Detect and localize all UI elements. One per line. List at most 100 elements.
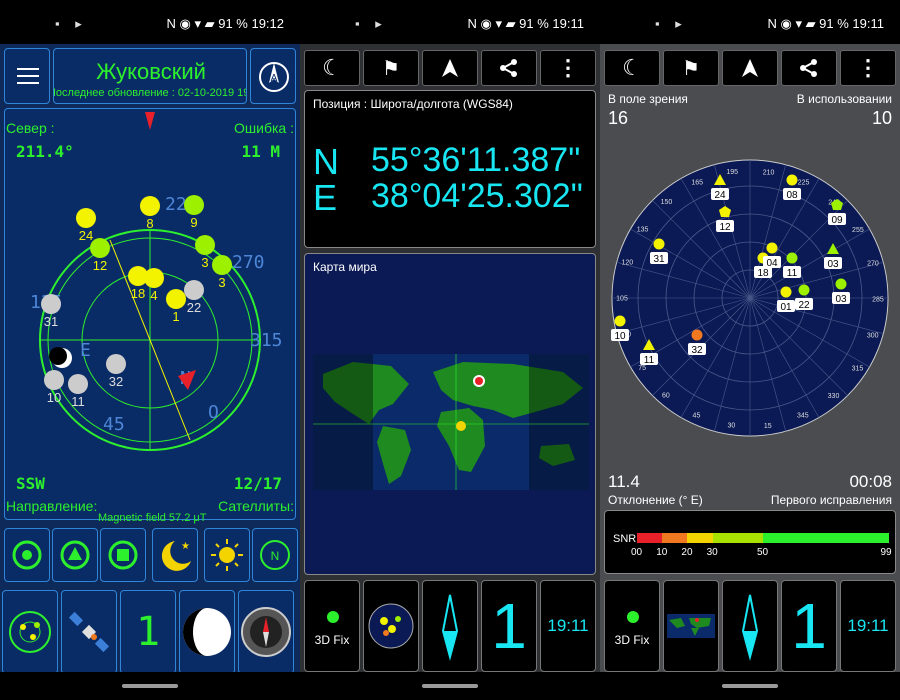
home-pill[interactable] [722, 684, 778, 688]
compass-needle-icon: N [260, 540, 290, 570]
time-value: 19:11 [847, 616, 889, 635]
satellite-marker[interactable]: 8 [140, 196, 160, 231]
in-view-value: 16 [608, 108, 629, 128]
satellite-label: 12 [93, 258, 107, 273]
satellite-marker[interactable]: 24 [76, 208, 96, 243]
more-button[interactable]: ⋮ [540, 50, 596, 86]
compass-rose-icon: A [259, 62, 289, 92]
deviation-value: 11.4 [608, 472, 640, 491]
day-mode-button[interactable] [204, 528, 250, 582]
gps-target-button[interactable] [4, 528, 50, 582]
home-pill[interactable] [422, 684, 478, 688]
satellite-label: 31 [44, 314, 58, 329]
fix-status-tile[interactable]: 3D Fix [304, 580, 360, 672]
satellite-label: 09 [831, 215, 843, 226]
fix-label: 3D Fix [614, 633, 650, 647]
fix-status-tile[interactable]: 3D Fix [604, 580, 660, 672]
in-view-label: В поле зрения [608, 92, 688, 106]
satellite-marker[interactable]: 4 [144, 268, 164, 303]
satellite-marker[interactable]: 18 [128, 266, 148, 301]
time-tile[interactable]: 19:11 [540, 580, 596, 672]
satellite-icon [68, 611, 110, 653]
moon-icon: ☾ [322, 55, 342, 80]
kebab-icon: ⋮ [857, 55, 879, 80]
satellites-value: 12/17 [233, 474, 282, 493]
satellite-marker[interactable]: 32 [106, 354, 126, 389]
snr-tick: 20 [681, 547, 693, 558]
night-button[interactable]: ☾ [604, 50, 660, 86]
sky-plot: 1952102252402552702853003153303451530456… [611, 159, 889, 437]
moon-phase-button[interactable] [179, 590, 235, 674]
satellite-marker[interactable]: 10 [44, 370, 64, 405]
city-name: Жуковский [96, 59, 206, 84]
compass-tile[interactable] [722, 580, 778, 672]
satellite-label: 01 [780, 302, 792, 313]
digital-view-button[interactable]: 1 [120, 590, 176, 674]
satellite-label: 32 [691, 345, 703, 356]
digit-tile[interactable]: 1 [481, 580, 537, 672]
home-pill[interactable] [122, 684, 178, 688]
time-tile[interactable]: 19:11 [840, 580, 896, 672]
satellite-marker[interactable]: 11 [68, 374, 88, 409]
azimuth-tick: 30 [727, 423, 735, 430]
satellite-button[interactable] [61, 590, 117, 674]
people-button[interactable]: ⚑ [363, 50, 419, 86]
people-button[interactable]: ⚑ [663, 50, 719, 86]
azimuth-tick: 330 [828, 393, 840, 400]
azimuth-tick: 60 [662, 392, 670, 399]
azimuth-tick: 195 [726, 169, 738, 176]
big-number: 1 [491, 590, 527, 662]
time-value: 19:11 [547, 616, 589, 635]
azimuth-tick: 105 [616, 296, 628, 303]
navigate-button[interactable] [422, 50, 478, 86]
digit-glyph: 1 [135, 609, 161, 655]
satellite-label: 10 [47, 390, 61, 405]
azimuth-tick: 210 [763, 169, 775, 176]
share-button[interactable] [481, 50, 537, 86]
satellite-marker[interactable]: 22 [184, 280, 204, 315]
direction-label: Направление: [6, 498, 98, 514]
azimuth-tick: 270 [867, 260, 879, 267]
azimuth-tick: 345 [797, 413, 809, 420]
night-button[interactable]: ☾ [304, 50, 360, 86]
compass-button[interactable]: N [252, 528, 298, 582]
radar-icon [9, 611, 51, 653]
satellite-marker[interactable]: 3 [212, 255, 232, 290]
world-map[interactable] [313, 354, 589, 490]
more-button[interactable]: ⋮ [840, 50, 896, 86]
night-mode-button[interactable]: ★ [152, 528, 198, 582]
status-left-icons: ▪ ▸ [655, 16, 688, 31]
square-mode-button[interactable] [100, 528, 146, 582]
satellite-label: 24 [714, 190, 726, 201]
north-marker-icon [145, 112, 155, 130]
share-button[interactable] [781, 50, 837, 86]
map-tile[interactable] [663, 580, 719, 672]
moon-stars-icon: ★ [161, 541, 191, 571]
sky-tile[interactable] [363, 580, 419, 672]
navigate-button[interactable] [722, 50, 778, 86]
dial-compass-button[interactable] [238, 590, 294, 674]
compass-tick: 270 [232, 252, 265, 273]
satellite-marker[interactable]: 1 [166, 289, 186, 324]
azimuth-tick: 45 [693, 412, 701, 419]
snr-tick: 00 [631, 547, 643, 558]
digit-tile[interactable]: 1 [781, 580, 837, 672]
menu-button[interactable] [4, 48, 50, 104]
svg-text:A: A [271, 73, 278, 84]
satellite-label: 32 [109, 374, 123, 389]
azimuth-tick: 225 [798, 180, 810, 187]
compass-tick: E [80, 340, 91, 361]
satellite-label: 3 [218, 275, 225, 290]
snr-label: SNR [613, 533, 637, 545]
radar-view-button[interactable] [2, 590, 58, 674]
moon-phase-icon [183, 608, 231, 656]
compass-mode-button[interactable]: A [250, 48, 296, 104]
hamburger-icon [17, 68, 39, 84]
triangle-mode-button[interactable] [52, 528, 98, 582]
satellite-label: 11 [71, 394, 85, 409]
deviation-label: Отклонение (° E) [608, 493, 703, 507]
moon-icon: ☾ [622, 55, 642, 80]
compass-tile[interactable] [422, 580, 478, 672]
satellite-marker[interactable]: 3 [195, 235, 215, 270]
world-map-box: Карта мира [304, 253, 596, 575]
